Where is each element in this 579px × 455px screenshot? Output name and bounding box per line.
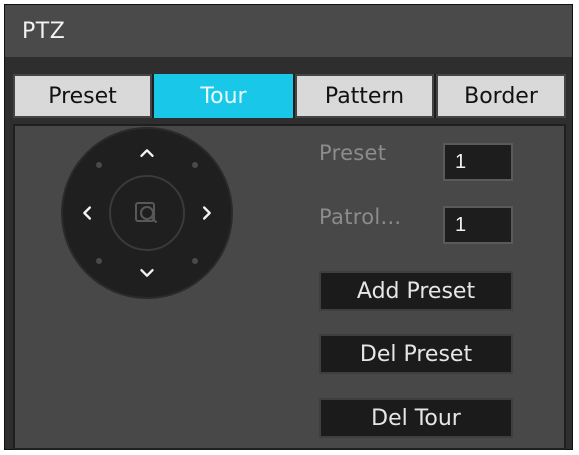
joystick-diagonal-up-right[interactable] bbox=[192, 162, 198, 168]
magnifier-icon bbox=[135, 202, 157, 223]
del-preset-button[interactable]: Del Preset bbox=[319, 334, 513, 374]
tab-tour[interactable]: Tour bbox=[154, 74, 293, 118]
chevron-right-icon[interactable] bbox=[191, 198, 221, 228]
ptz-joystick[interactable] bbox=[61, 127, 233, 299]
patrol-input[interactable] bbox=[443, 206, 513, 244]
chevron-left-icon[interactable] bbox=[73, 198, 103, 228]
preset-label: Preset bbox=[319, 141, 387, 165]
joystick-diagonal-down-left[interactable] bbox=[96, 258, 102, 264]
preset-input[interactable] bbox=[443, 143, 513, 181]
ptz-window: PTZ Preset Tour Pattern Border Preset 1 … bbox=[4, 4, 573, 450]
del-tour-button[interactable]: Del Tour bbox=[319, 398, 513, 438]
titlebar: PTZ bbox=[5, 5, 572, 57]
tab-bar: Preset Tour Pattern Border bbox=[13, 74, 566, 118]
tab-pattern[interactable]: Pattern bbox=[295, 74, 434, 118]
tab-border[interactable]: Border bbox=[436, 74, 566, 118]
chevron-up-icon[interactable] bbox=[132, 139, 162, 169]
patrol-label: Patrol... bbox=[319, 205, 402, 229]
joystick-center[interactable] bbox=[109, 175, 185, 251]
add-preset-button[interactable]: Add Preset bbox=[319, 271, 513, 311]
window-title: PTZ bbox=[22, 19, 66, 44]
chevron-down-icon[interactable] bbox=[132, 257, 162, 287]
tab-preset[interactable]: Preset bbox=[13, 74, 152, 118]
joystick-diagonal-down-right[interactable] bbox=[192, 258, 198, 264]
joystick-diagonal-up-left[interactable] bbox=[96, 162, 102, 168]
